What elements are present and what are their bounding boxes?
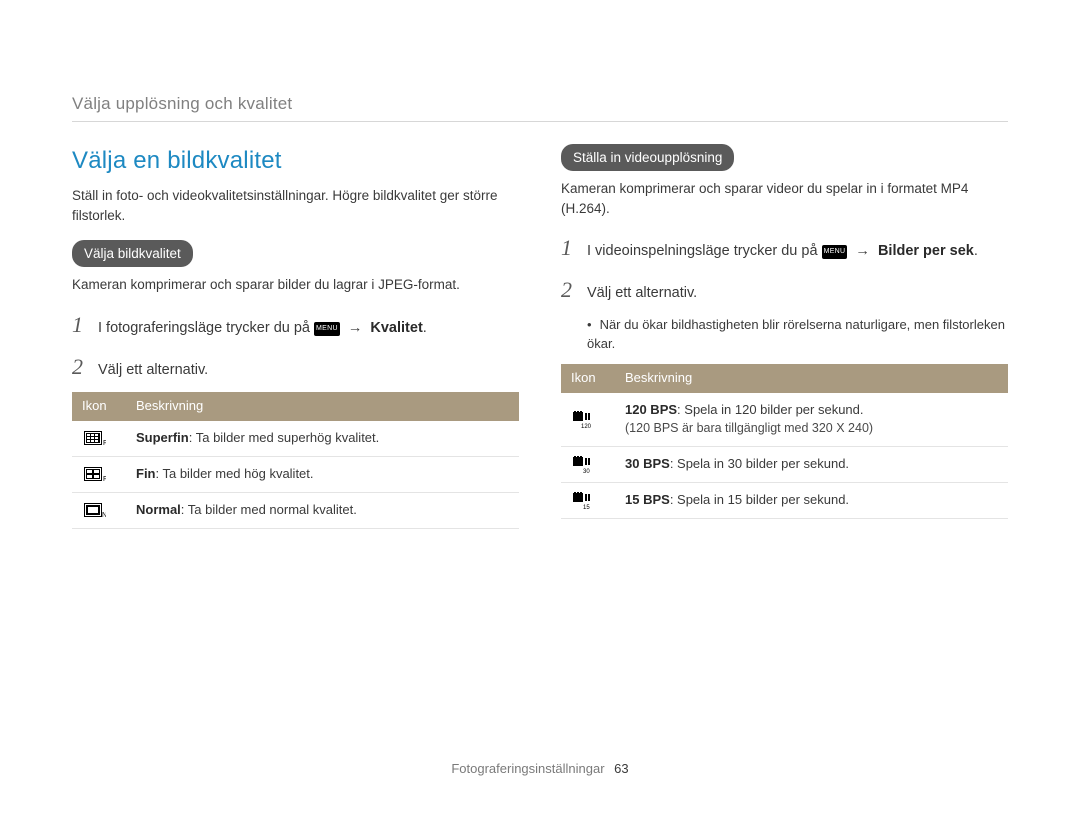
desc-title: 120 BPS <box>625 402 677 417</box>
footer: Fotograferingsinställningar 63 <box>0 760 1080 779</box>
desc-title: Fin <box>136 466 156 481</box>
right-pill: Ställa in videoupplösning <box>561 144 734 172</box>
step-text: Välj ett alternativ. <box>98 360 208 381</box>
step-text: Välj ett alternativ. <box>587 283 697 304</box>
right-steps: 1 I videoinspelningsläge trycker du på M… <box>561 232 1008 306</box>
table-row: F Fin: Ta bilder med hög kvalitet. <box>72 457 519 493</box>
footer-label: Fotograferingsinställningar <box>451 761 604 776</box>
intro-paragraph: Ställ in foto- och videokvalitetsinställ… <box>72 186 519 225</box>
table-row: F Superfin: Ta bilder med superhög kvali… <box>72 421 519 456</box>
desc-text: : Spela in 120 bilder per sekund. <box>677 402 863 417</box>
cell-desc: Normal: Ta bilder med normal kvalitet. <box>126 493 519 529</box>
quality-fine-icon: F <box>82 465 108 484</box>
step-tail: . <box>974 243 978 259</box>
desc-text: : Ta bilder med superhög kvalitet. <box>189 430 380 445</box>
desc-text: : Spela in 30 bilder per sekund. <box>670 456 849 471</box>
svg-text:F: F <box>103 440 106 447</box>
left-paragraph: Kameran komprimerar och sparar bilder du… <box>72 275 519 295</box>
fps-15-icon: 15 <box>571 491 597 510</box>
arrow-icon: → <box>851 243 874 259</box>
svg-text:15: 15 <box>583 505 590 510</box>
step-bold: Kvalitet <box>370 320 422 336</box>
fps-120-icon: 120 <box>571 410 597 429</box>
quality-normal-icon: N <box>82 501 108 520</box>
breadcrumb: Välja upplösning och kvalitet <box>72 92 1008 117</box>
desc-title: Normal <box>136 502 181 517</box>
step-text: I videoinspelningsläge trycker du på MEN… <box>587 241 978 262</box>
table-header-desc: Beskrivning <box>126 392 519 421</box>
cell-icon: 30 <box>561 447 615 483</box>
step-pre: I fotograferingsläge trycker du på <box>98 320 314 336</box>
step-number: 1 <box>72 309 98 341</box>
cell-desc: 30 BPS: Spela in 30 bilder per sekund. <box>615 447 1008 483</box>
cell-desc: 120 BPS: Spela in 120 bilder per sekund.… <box>615 393 1008 447</box>
left-pill: Välja bildkvalitet <box>72 240 193 268</box>
desc-title: Superfin <box>136 430 189 445</box>
step-item: 1 I fotograferingsläge trycker du på MEN… <box>72 309 519 341</box>
cell-icon: 120 <box>561 393 615 447</box>
desc-text: : Ta bilder med hög kvalitet. <box>156 466 314 481</box>
cell-desc: Fin: Ta bilder med hög kvalitet. <box>126 457 519 493</box>
step-tail: . <box>423 320 427 336</box>
cell-icon: F <box>72 421 126 456</box>
step-item: 2 Välj ett alternativ. <box>72 351 519 383</box>
table-row: N Normal: Ta bilder med normal kvalitet. <box>72 493 519 529</box>
svg-text:30: 30 <box>583 469 590 474</box>
cell-desc: Superfin: Ta bilder med superhög kvalite… <box>126 421 519 456</box>
cell-desc: 15 BPS: Spela in 15 bilder per sekund. <box>615 483 1008 519</box>
step-number: 1 <box>561 232 587 264</box>
sub-bullets: När du ökar bildhastigheten blir rörelse… <box>561 316 1008 354</box>
left-steps: 1 I fotograferingsläge trycker du på MEN… <box>72 309 519 383</box>
menu-icon: MENU <box>314 322 340 336</box>
cell-icon: N <box>72 493 126 529</box>
divider <box>72 121 1008 122</box>
desc-text: : Ta bilder med normal kvalitet. <box>181 502 357 517</box>
cell-icon: F <box>72 457 126 493</box>
left-table: Ikon Beskrivning F Superfin: Ta bilder m… <box>72 392 519 528</box>
page-number: 63 <box>614 761 628 776</box>
step-number: 2 <box>72 351 98 383</box>
desc-text: : Spela in 15 bilder per sekund. <box>670 492 849 507</box>
fps-30-icon: 30 <box>571 455 597 474</box>
arrow-icon: → <box>344 320 367 336</box>
sub-bullet: När du ökar bildhastigheten blir rörelse… <box>587 316 1008 354</box>
step-text: I fotograferingsläge trycker du på MENU … <box>98 318 427 339</box>
step-pre: I videoinspelningsläge trycker du på <box>587 243 822 259</box>
table-row: 120 120 BPS: Spela in 120 bilder per sek… <box>561 393 1008 447</box>
table-header-desc: Beskrivning <box>615 364 1008 393</box>
step-bold: Bilder per sek <box>878 243 974 259</box>
table-row: 15 15 BPS: Spela in 15 bilder per sekund… <box>561 483 1008 519</box>
desc-note: (120 BPS är bara tillgängligt med 320 X … <box>625 421 873 435</box>
step-number: 2 <box>561 274 587 306</box>
columns: Välja en bildkvalitet Ställ in foto- och… <box>72 144 1008 529</box>
svg-text:120: 120 <box>581 424 592 429</box>
right-table: Ikon Beskrivning 120 120 BPS: Spela in 1… <box>561 364 1008 519</box>
left-column: Välja en bildkvalitet Ställ in foto- och… <box>72 144 519 529</box>
page: Välja upplösning och kvalitet Välja en b… <box>0 0 1080 529</box>
desc-title: 15 BPS <box>625 492 670 507</box>
step-item: 2 Välj ett alternativ. <box>561 274 1008 306</box>
right-column: Ställa in videoupplösning Kameran kompri… <box>561 144 1008 529</box>
menu-icon: MENU <box>822 245 848 259</box>
quality-superfine-icon: F <box>82 429 108 448</box>
svg-text:N: N <box>102 512 106 519</box>
right-paragraph: Kameran komprimerar och sparar videor du… <box>561 179 1008 218</box>
desc-title: 30 BPS <box>625 456 670 471</box>
cell-icon: 15 <box>561 483 615 519</box>
svg-text:F: F <box>103 476 106 483</box>
table-header-icon: Ikon <box>72 392 126 421</box>
table-header-icon: Ikon <box>561 364 615 393</box>
section-title: Välja en bildkvalitet <box>72 144 519 179</box>
table-row: 30 30 BPS: Spela in 30 bilder per sekund… <box>561 447 1008 483</box>
step-item: 1 I videoinspelningsläge trycker du på M… <box>561 232 1008 264</box>
